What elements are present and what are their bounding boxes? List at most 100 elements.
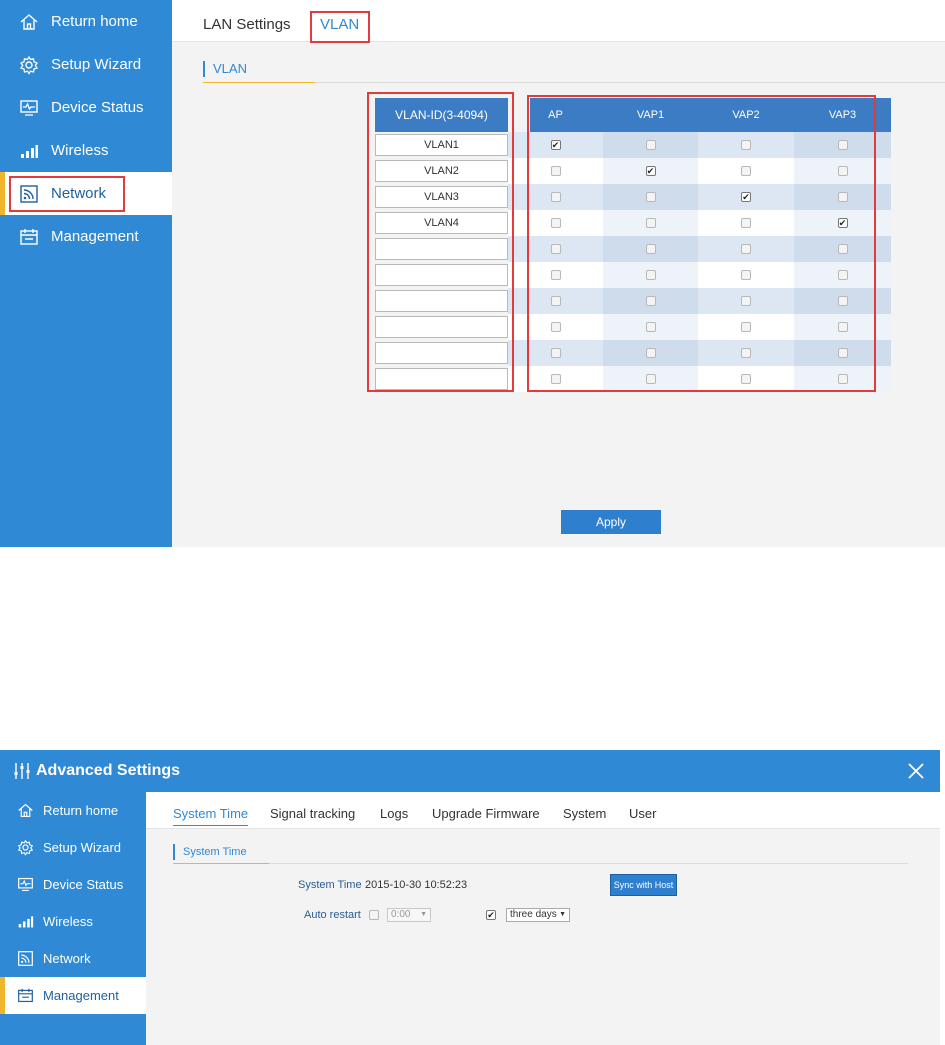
- tab-signal-tracking[interactable]: Signal tracking: [270, 806, 355, 821]
- vlan-checkbox[interactable]: [741, 244, 751, 254]
- tab-system-time[interactable]: System Time: [173, 806, 249, 826]
- vlan-checkbox[interactable]: [550, 192, 561, 202]
- vlan-checkbox[interactable]: ✔: [550, 140, 561, 150]
- sidebar-item-network[interactable]: Network: [0, 172, 172, 215]
- vlan-checkbox[interactable]: [550, 296, 561, 306]
- vlan-checkbox[interactable]: [741, 322, 751, 332]
- grid-column-header: VAP1: [636, 109, 665, 121]
- tab-vlan[interactable]: VLAN: [320, 16, 359, 33]
- vlan-checkbox[interactable]: [645, 374, 656, 384]
- vlan-checkbox[interactable]: [837, 296, 848, 306]
- tab-lan-settings[interactable]: LAN Settings: [203, 16, 291, 33]
- tab-upgrade-firmware[interactable]: Upgrade Firmware: [432, 806, 540, 821]
- vlan-id-input[interactable]: [375, 264, 508, 286]
- advanced-settings-panel: Advanced Settings Return home Setup Wiza…: [0, 750, 940, 1045]
- vlan-checkbox[interactable]: [837, 166, 848, 176]
- auto-restart-checkbox[interactable]: [369, 910, 379, 920]
- vlan-checkbox[interactable]: [741, 140, 751, 150]
- vlan-checkbox[interactable]: [645, 296, 656, 306]
- grid-cell: [794, 132, 891, 158]
- vlan-id-input[interactable]: [375, 342, 508, 364]
- restart-time-select[interactable]: 0:00 ▼: [387, 908, 431, 922]
- grid-cell: [508, 366, 603, 392]
- sync-with-host-button[interactable]: Sync with Host: [610, 874, 677, 896]
- chevron-down-icon: ▼: [420, 911, 427, 918]
- vlan-checkbox[interactable]: [837, 322, 848, 332]
- vlan-checkbox[interactable]: [645, 244, 656, 254]
- tab-system[interactable]: System: [563, 806, 606, 821]
- vlan-checkbox[interactable]: [741, 296, 751, 306]
- grid-cell: [603, 366, 698, 392]
- grid-cell: [603, 236, 698, 262]
- vlan-id-input[interactable]: [375, 290, 508, 312]
- vlan-checkbox[interactable]: [645, 140, 656, 150]
- vlan-checkbox[interactable]: [645, 322, 656, 332]
- gear-icon: [18, 54, 40, 76]
- grid-column-header: AP: [548, 109, 563, 121]
- restart-interval-select[interactable]: three days ▼: [506, 908, 570, 922]
- vlan-checkbox[interactable]: [550, 166, 561, 176]
- chevron-down-icon: ▼: [559, 911, 566, 918]
- vlan-checkbox[interactable]: [741, 218, 751, 228]
- vlan-checkbox[interactable]: [550, 218, 561, 228]
- vlan-checkbox[interactable]: ✔: [645, 166, 656, 176]
- sidebar-item-setup-wizard[interactable]: Setup Wizard: [0, 829, 146, 866]
- vlan-checkbox[interactable]: ✔: [741, 192, 751, 202]
- sidebar-item-device-status[interactable]: Device Status: [0, 86, 172, 129]
- grid-cell: [698, 340, 794, 366]
- sidebar-item-return-home[interactable]: Return home: [0, 0, 172, 43]
- network-icon: [16, 950, 34, 968]
- grid-cell: [508, 158, 603, 184]
- vlan-id-input[interactable]: [375, 238, 508, 260]
- vlan-checkbox[interactable]: [837, 192, 848, 202]
- vlan-checkbox[interactable]: [741, 166, 751, 176]
- table-row: ✔: [508, 210, 891, 236]
- vlan-checkbox[interactable]: [550, 244, 561, 254]
- apply-button[interactable]: Apply: [561, 510, 661, 534]
- sidebar-item-wireless[interactable]: Wireless: [0, 129, 172, 172]
- grid-cell: ✔: [698, 184, 794, 210]
- vlan-checkbox[interactable]: [645, 192, 656, 202]
- vlan-checkbox[interactable]: [550, 322, 561, 332]
- sidebar-item-device-status[interactable]: Device Status: [0, 866, 146, 903]
- grid-column-header: VAP3: [828, 109, 857, 121]
- vlan-checkbox[interactable]: [837, 140, 848, 150]
- tab-user[interactable]: User: [629, 806, 656, 821]
- sliders-icon: [14, 763, 30, 779]
- sidebar-item-return-home[interactable]: Return home: [0, 792, 146, 829]
- vlan-checkbox[interactable]: [837, 244, 848, 254]
- grid-cell: [698, 210, 794, 236]
- restart-interval-value: three days: [510, 909, 557, 920]
- vlan-id-input[interactable]: [375, 368, 508, 390]
- vlan-id-input[interactable]: VLAN1: [375, 134, 508, 156]
- restart-interval-checkbox[interactable]: ✔: [486, 910, 496, 920]
- close-icon[interactable]: [906, 761, 926, 781]
- vlan-checkbox[interactable]: [741, 270, 751, 280]
- vlan-id-input[interactable]: [375, 316, 508, 338]
- vlan-id-input[interactable]: VLAN3: [375, 186, 508, 208]
- vlan-checkbox[interactable]: [837, 270, 848, 280]
- vlan-checkbox[interactable]: [645, 348, 656, 358]
- sidebar-item-label: Device Status: [51, 99, 144, 116]
- vlan-checkbox[interactable]: [550, 270, 561, 280]
- vlan-checkbox[interactable]: ✔: [837, 218, 848, 228]
- sidebar-item-wireless[interactable]: Wireless: [0, 903, 146, 940]
- vlan-checkbox[interactable]: [645, 218, 656, 228]
- sidebar-item-management[interactable]: Management: [0, 977, 146, 1014]
- grid-cell: [508, 184, 603, 210]
- vlan-id-input[interactable]: VLAN2: [375, 160, 508, 182]
- vlan-id-input[interactable]: VLAN4: [375, 212, 508, 234]
- vlan-checkbox[interactable]: [741, 374, 751, 384]
- vlan-checkbox[interactable]: [837, 374, 848, 384]
- vlan-checkbox[interactable]: [837, 348, 848, 358]
- sidebar-item-label: Wireless: [43, 914, 93, 929]
- vlan-checkbox[interactable]: [741, 348, 751, 358]
- sidebar-item-network[interactable]: Network: [0, 940, 146, 977]
- tab-logs[interactable]: Logs: [380, 806, 408, 821]
- monitor-icon: [18, 97, 40, 119]
- vlan-checkbox[interactable]: [550, 348, 561, 358]
- sidebar-item-setup-wizard[interactable]: Setup Wizard: [0, 43, 172, 86]
- sidebar-item-management[interactable]: Management: [0, 215, 172, 258]
- vlan-checkbox[interactable]: [645, 270, 656, 280]
- vlan-checkbox[interactable]: [550, 374, 561, 384]
